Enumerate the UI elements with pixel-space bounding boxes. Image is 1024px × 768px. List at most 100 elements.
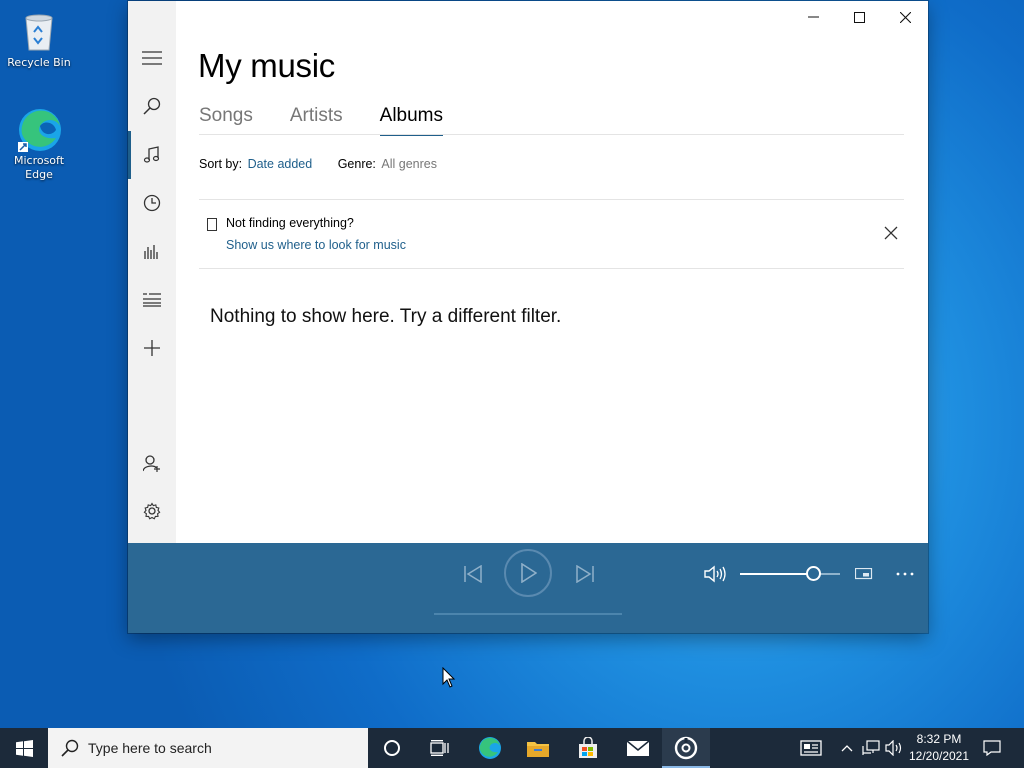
tab-songs[interactable]: Songs (199, 105, 253, 136)
tab-bar: Songs Artists Albums (199, 105, 444, 136)
music-note-icon (143, 146, 160, 163)
mini-view-icon (855, 568, 873, 580)
desktop-icon-recycle-bin[interactable]: Recycle Bin (3, 8, 75, 70)
maximize-icon (853, 11, 865, 23)
seek-bar[interactable] (434, 613, 622, 615)
taskbar-store[interactable] (564, 728, 612, 768)
chevron-up-icon (841, 745, 853, 752)
more-options-button[interactable] (890, 561, 920, 587)
mail-icon (626, 740, 650, 756)
store-icon (579, 737, 597, 758)
player-bar (128, 543, 928, 633)
speaker-icon (885, 740, 902, 756)
more-options-icon (896, 572, 914, 576)
minimize-button[interactable] (790, 1, 836, 33)
desktop-icon-label: Microsoft Edge (13, 154, 65, 181)
taskbar-mail[interactable] (614, 728, 662, 768)
taskbar-edge[interactable] (466, 728, 514, 768)
sort-dropdown[interactable]: Date added (248, 157, 313, 171)
cortana-icon (384, 740, 400, 756)
network-icon (862, 740, 880, 755)
news-icon (800, 740, 822, 756)
close-icon (899, 11, 911, 23)
cortana-button[interactable] (368, 728, 416, 768)
groove-music-window: My music Songs Artists Albums Sort by: D… (128, 1, 928, 633)
next-button[interactable] (570, 559, 600, 589)
network-button[interactable] (860, 728, 882, 768)
nav-playlists-button[interactable] (128, 276, 176, 324)
notification-icon (983, 740, 1001, 756)
minimize-icon (807, 16, 819, 18)
clock-time: 8:32 PM (916, 732, 962, 746)
mouse-cursor-icon (442, 667, 456, 688)
add-user-icon (143, 455, 160, 472)
taskbar-clock[interactable]: 8:32 PM 12/20/2021 (908, 731, 970, 765)
page-title: My music (198, 47, 335, 84)
action-center-button[interactable] (976, 728, 1008, 768)
volume-slider[interactable] (740, 566, 840, 581)
volume-fill (740, 573, 812, 575)
edge-icon (479, 737, 501, 759)
start-button[interactable] (0, 728, 48, 768)
windows-logo-icon (15, 739, 33, 757)
show-hidden-icons-button[interactable] (838, 728, 856, 768)
plus-icon (144, 340, 160, 356)
tab-artists[interactable]: Artists (290, 105, 343, 136)
nav-settings-button[interactable] (128, 487, 176, 535)
hamburger-button[interactable] (128, 34, 176, 82)
hamburger-icon (142, 51, 162, 65)
play-button[interactable] (504, 549, 552, 597)
clock-icon (143, 194, 161, 212)
gear-icon (143, 502, 161, 520)
dismiss-notice-icon[interactable] (884, 226, 898, 240)
folder-icon (207, 218, 217, 231)
news-button[interactable] (796, 728, 826, 768)
genre-label: Genre: (337, 157, 376, 171)
groove-music-icon (674, 736, 698, 760)
nav-recent-button[interactable] (128, 179, 176, 227)
desktop-icon-label: Recycle Bin (7, 56, 71, 69)
nav-my-music-button[interactable] (128, 131, 176, 179)
nav-pane (128, 1, 176, 543)
close-button[interactable] (882, 1, 928, 33)
clock-date: 12/20/2021 (908, 749, 970, 763)
search-icon (61, 739, 79, 757)
recycle-bin-icon (16, 8, 62, 54)
playlist-icon (143, 293, 161, 307)
search-placeholder: Type here to search (88, 740, 212, 756)
taskbar-file-explorer[interactable] (514, 728, 562, 768)
volume-icon (704, 565, 726, 583)
task-view-icon (430, 740, 449, 756)
missing-music-notice: Not finding everything? Show us where to… (199, 199, 904, 269)
folder-icon (527, 742, 549, 757)
mini-view-button[interactable] (852, 561, 876, 587)
taskbar: Type here to search 8:32 PM 12/20/2021 (0, 728, 1024, 768)
desktop-icon-microsoft-edge[interactable]: Microsoft Edge (3, 106, 75, 182)
nav-search-button[interactable] (128, 82, 176, 130)
bar-chart-icon (144, 245, 158, 259)
previous-button[interactable] (458, 559, 488, 589)
nav-account-button[interactable] (128, 439, 176, 487)
genre-dropdown[interactable]: All genres (381, 157, 437, 171)
tabs-divider (199, 134, 904, 135)
sort-label: Sort by: (199, 157, 243, 171)
nav-now-playing-button[interactable] (128, 227, 176, 275)
filter-bar: Sort by: Date added Genre: All genres (199, 157, 437, 171)
tab-albums[interactable]: Albums (379, 105, 444, 136)
notice-question: Not finding everything? (226, 216, 354, 230)
taskbar-groove-music[interactable] (662, 728, 710, 768)
empty-state-message: Nothing to show here. Try a different fi… (210, 306, 562, 327)
notice-link[interactable]: Show us where to look for music (226, 238, 406, 252)
next-icon (576, 565, 594, 583)
taskbar-search-box[interactable]: Type here to search (48, 728, 368, 768)
nav-new-playlist-button[interactable] (128, 324, 176, 372)
previous-icon (464, 565, 482, 583)
volume-knob[interactable] (806, 566, 821, 581)
volume-button[interactable] (702, 560, 730, 588)
maximize-button[interactable] (836, 1, 882, 33)
edge-icon (16, 106, 62, 152)
play-icon (521, 563, 537, 583)
search-icon (143, 97, 161, 115)
task-view-button[interactable] (416, 728, 464, 768)
volume-tray-button[interactable] (883, 728, 905, 768)
